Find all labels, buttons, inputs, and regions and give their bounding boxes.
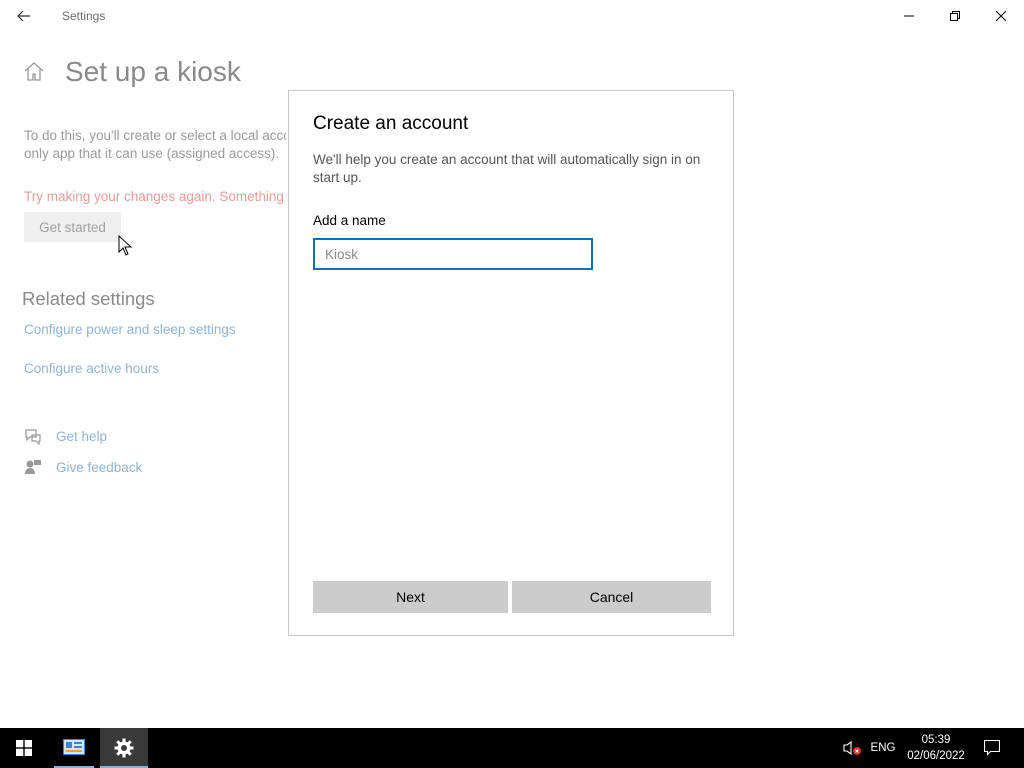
cancel-button[interactable]: Cancel: [512, 581, 711, 613]
volume-button[interactable]: [840, 728, 866, 768]
restore-button[interactable]: [932, 0, 978, 32]
page-header: Set up a kiosk: [22, 56, 241, 88]
minimize-icon: [904, 15, 914, 17]
control-panel-icon: [63, 739, 85, 755]
close-button[interactable]: [978, 0, 1024, 32]
active-hours-link[interactable]: Configure active hours: [24, 361, 159, 376]
action-center-button[interactable]: [976, 728, 1008, 768]
get-started-button[interactable]: Get started: [24, 212, 121, 242]
input-language[interactable]: ENG: [866, 728, 900, 768]
taskbar-control-panel[interactable]: [50, 728, 98, 768]
get-help-link[interactable]: Get help: [56, 429, 107, 444]
page-title: Set up a kiosk: [65, 56, 241, 87]
give-feedback-link[interactable]: Give feedback: [56, 460, 142, 475]
taskbar: ENG 05:39 02/06/2022: [0, 728, 1024, 768]
back-button[interactable]: [8, 2, 40, 30]
windows-start-icon: [16, 740, 32, 756]
start-button[interactable]: [0, 728, 48, 768]
settings-gear-icon: [114, 738, 134, 758]
error-message: Try making your changes again. Something…: [24, 189, 288, 204]
mouse-cursor-icon: [118, 235, 133, 256]
dialog-subtitle: We'll help you create an account that wi…: [313, 152, 701, 185]
page-description: To do this, you'll create or select a lo…: [24, 127, 286, 163]
home-icon[interactable]: [22, 60, 46, 84]
get-help-row[interactable]: Get help: [24, 427, 107, 445]
title-bar: Settings: [0, 0, 1024, 32]
clock-date: 02/06/2022: [907, 750, 965, 762]
close-icon: [996, 11, 1006, 21]
create-account-dialog: Create an account We'll help you create …: [288, 90, 734, 636]
back-arrow-icon: [17, 10, 30, 22]
description-line: To do this, you'll create or select a lo…: [24, 128, 286, 143]
description-line: only app that it can use (assigned acces…: [24, 146, 280, 161]
taskbar-settings[interactable]: [100, 728, 148, 768]
restore-icon: [950, 11, 960, 21]
give-feedback-row[interactable]: Give feedback: [24, 458, 142, 476]
clock-time: 05:39: [921, 734, 951, 746]
related-settings-heading: Related settings: [22, 288, 155, 309]
get-help-icon: [25, 429, 41, 445]
account-name-input[interactable]: [313, 238, 593, 270]
next-button[interactable]: Next: [313, 581, 508, 613]
feedback-icon: [25, 460, 41, 474]
window-title: Settings: [62, 9, 106, 23]
volume-muted-icon: [843, 740, 861, 756]
minimize-button[interactable]: [886, 0, 932, 32]
taskbar-clock[interactable]: 05:39 02/06/2022: [902, 728, 970, 768]
dialog-title: Create an account: [313, 113, 469, 134]
power-sleep-link[interactable]: Configure power and sleep settings: [24, 322, 236, 337]
name-field-label: Add a name: [313, 213, 386, 228]
action-center-icon: [984, 740, 1000, 756]
